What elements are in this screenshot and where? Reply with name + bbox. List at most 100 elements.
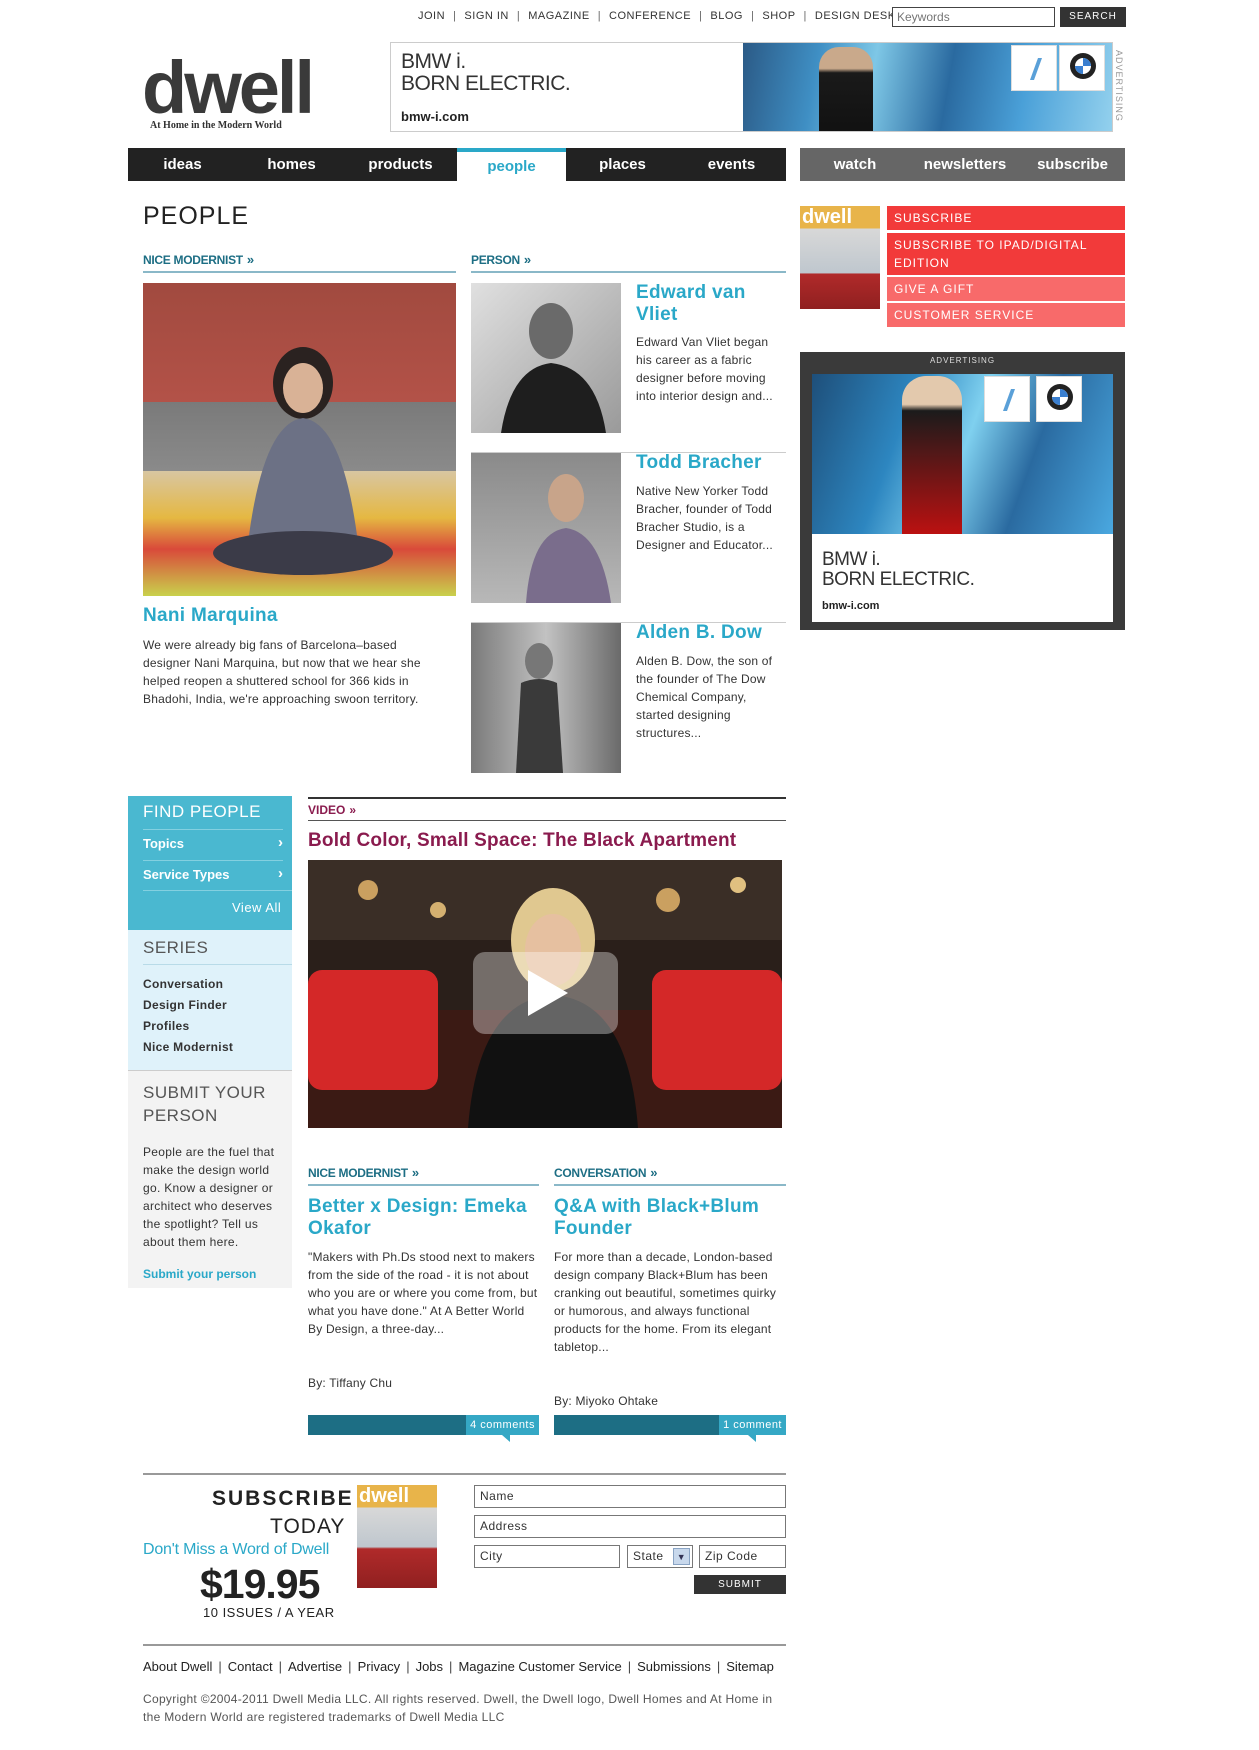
story1-comments[interactable]: 4 comments xyxy=(308,1415,539,1442)
feature-text: We were already big fans of Barcelona–ba… xyxy=(143,638,421,706)
story2-title[interactable]: Q&A with Black+Blum Founder xyxy=(554,1196,786,1240)
series-design-finder-link[interactable]: Design Finder xyxy=(143,998,227,1012)
divider: | xyxy=(406,1659,410,1674)
sidebar-ad[interactable]: ADVERTISING BMW i. BORN ELECTRIC. bmw-i.c… xyxy=(800,352,1125,630)
series-profiles-link[interactable]: Profiles xyxy=(143,1019,189,1033)
footer-privacy-link[interactable]: Privacy xyxy=(358,1659,401,1674)
banner-ad-line2: BORN ELECTRIC. xyxy=(401,72,571,95)
subscribe-ipad-link[interactable]: SUBSCRIBE TO IPAD/DIGITAL EDITION xyxy=(887,233,1125,275)
story1-title[interactable]: Better x Design: Emeka Okafor xyxy=(308,1196,539,1240)
subscribe-price: $19.95 xyxy=(200,1561,320,1607)
series-conversation-link[interactable]: Conversation xyxy=(143,977,223,991)
logo-tagline: At Home in the Modern World xyxy=(150,120,282,131)
story2-comments-count: 1 comment xyxy=(719,1415,786,1435)
play-icon xyxy=(528,970,568,1016)
series-title: SERIES xyxy=(143,938,209,957)
address-field[interactable]: Address xyxy=(474,1515,786,1538)
person-photo-figure xyxy=(501,303,606,433)
bmw-logo xyxy=(1059,45,1105,91)
subscribe-subheading: TODAY xyxy=(270,1515,346,1538)
comment-bubble-tail xyxy=(502,1435,510,1442)
series-nice-modernist-link[interactable]: Nice Modernist xyxy=(143,1040,233,1054)
util-shop-link[interactable]: SHOP xyxy=(762,10,795,22)
find-people-title: FIND PEOPLE xyxy=(143,802,261,821)
divider: | xyxy=(218,1659,222,1674)
city-field[interactable]: City xyxy=(474,1545,620,1568)
state-select[interactable]: State ▼ xyxy=(627,1545,693,1568)
customer-service-link[interactable]: CUSTOMER SERVICE xyxy=(887,303,1125,327)
footer-about-link[interactable]: About Dwell xyxy=(143,1659,212,1674)
submit-person-link[interactable]: Submit your person xyxy=(143,1267,256,1281)
banner-ad[interactable]: BMW i. BORN ELECTRIC. bmw-i.com xyxy=(390,42,1113,132)
util-magazine-link[interactable]: MAGAZINE xyxy=(528,10,589,22)
person-photo-alden[interactable] xyxy=(471,623,621,773)
state-select-value: State xyxy=(633,1549,664,1563)
nav-events[interactable]: events xyxy=(677,148,786,181)
person-name-edward[interactable]: Edward van Vliet xyxy=(636,282,776,326)
footer-sitemap-link[interactable]: Sitemap xyxy=(726,1659,774,1674)
ad-label: ADVERTISING xyxy=(1114,50,1124,122)
video-section-header[interactable]: VIDEO» xyxy=(308,797,786,821)
nav-ideas[interactable]: ideas xyxy=(128,148,237,181)
zip-field[interactable]: Zip Code xyxy=(699,1545,786,1568)
util-signin-link[interactable]: SIGN IN xyxy=(464,10,508,22)
play-button[interactable] xyxy=(473,952,618,1034)
subscribe-link[interactable]: SUBSCRIBE xyxy=(887,206,1125,230)
nav-homes[interactable]: homes xyxy=(237,148,346,181)
story2-section-header[interactable]: CONVERSATION» xyxy=(554,1165,786,1186)
person-photo-todd[interactable] xyxy=(471,453,621,603)
double-chevron-icon: » xyxy=(349,803,357,817)
person-name-todd[interactable]: Todd Bracher xyxy=(636,452,762,474)
search-button[interactable]: SEARCH xyxy=(1060,7,1126,27)
find-topics-link[interactable]: Topics › xyxy=(143,829,283,859)
feature-photo[interactable] xyxy=(143,283,456,596)
utility-nav: JOIN | SIGN IN | MAGAZINE | CONFERENCE | BLO… xyxy=(412,10,902,22)
sidebar-ad-headline: BMW i. BORN ELECTRIC. xyxy=(822,550,975,590)
ad-label: ADVERTISING xyxy=(929,356,996,365)
video-title[interactable]: Bold Color, Small Space: The Black Apart… xyxy=(308,830,736,852)
submit-button[interactable]: SUBMIT xyxy=(694,1575,786,1594)
magazine-cover[interactable]: dwell xyxy=(800,206,880,309)
util-conference-link[interactable]: CONFERENCE xyxy=(609,10,691,22)
person-photo-edward[interactable] xyxy=(471,283,621,433)
feature-name[interactable]: Nani Marquina xyxy=(143,605,278,627)
video-player[interactable] xyxy=(308,860,782,1128)
divider xyxy=(143,1473,786,1475)
nav-products[interactable]: products xyxy=(346,148,455,181)
search-input[interactable] xyxy=(892,7,1055,27)
sidebar-ad-model xyxy=(902,376,962,534)
magazine-cover[interactable]: dwell xyxy=(357,1485,437,1588)
bmw-logo xyxy=(1036,376,1082,422)
story1-section-header[interactable]: NICE MODERNIST» xyxy=(308,1165,539,1186)
nav-people[interactable]: people xyxy=(457,148,566,181)
person-photo-figure xyxy=(516,643,563,773)
bmw-i-logo xyxy=(1011,45,1057,91)
story2-section-label: CONVERSATION xyxy=(554,1166,647,1180)
sidebar-ad-line2: BORN ELECTRIC. xyxy=(822,569,975,590)
footer-jobs-link[interactable]: Jobs xyxy=(416,1659,443,1674)
nav-newsletters[interactable]: newsletters xyxy=(910,148,1020,181)
person-name-alden[interactable]: Alden B. Dow xyxy=(636,622,762,644)
util-design-desk-link[interactable]: DESIGN DESK xyxy=(815,10,896,22)
story2-comments[interactable]: 1 comment xyxy=(554,1415,786,1442)
util-join-link[interactable]: JOIN xyxy=(418,10,445,22)
name-field[interactable]: Name xyxy=(474,1485,786,1508)
give-gift-link[interactable]: GIVE A GIFT xyxy=(887,277,1125,301)
story1-comments-count: 4 comments xyxy=(466,1415,539,1435)
subscribe-issues: 10 ISSUES / A YEAR xyxy=(203,1605,335,1620)
find-service-types-link[interactable]: Service Types › xyxy=(143,860,283,890)
nav-places[interactable]: places xyxy=(568,148,677,181)
person-section-header[interactable]: PERSON» xyxy=(471,252,786,273)
view-all-link[interactable]: View All xyxy=(232,900,281,915)
footer-contact-link[interactable]: Contact xyxy=(228,1659,273,1674)
nav-watch[interactable]: watch xyxy=(800,148,910,181)
footer-submissions-link[interactable]: Submissions xyxy=(637,1659,711,1674)
feature-section-header[interactable]: NICE MODERNIST» xyxy=(143,252,456,273)
magazine-cover-logo: dwell xyxy=(359,1485,410,1507)
util-blog-link[interactable]: BLOG xyxy=(710,10,743,22)
person-text-edward: Edward Van Vliet began his career as a f… xyxy=(636,335,773,403)
footer-advertise-link[interactable]: Advertise xyxy=(288,1659,342,1674)
nav-subscribe[interactable]: subscribe xyxy=(1020,148,1125,181)
footer-customer-service-link[interactable]: Magazine Customer Service xyxy=(458,1659,621,1674)
dwell-logo[interactable]: dwell xyxy=(142,48,315,128)
